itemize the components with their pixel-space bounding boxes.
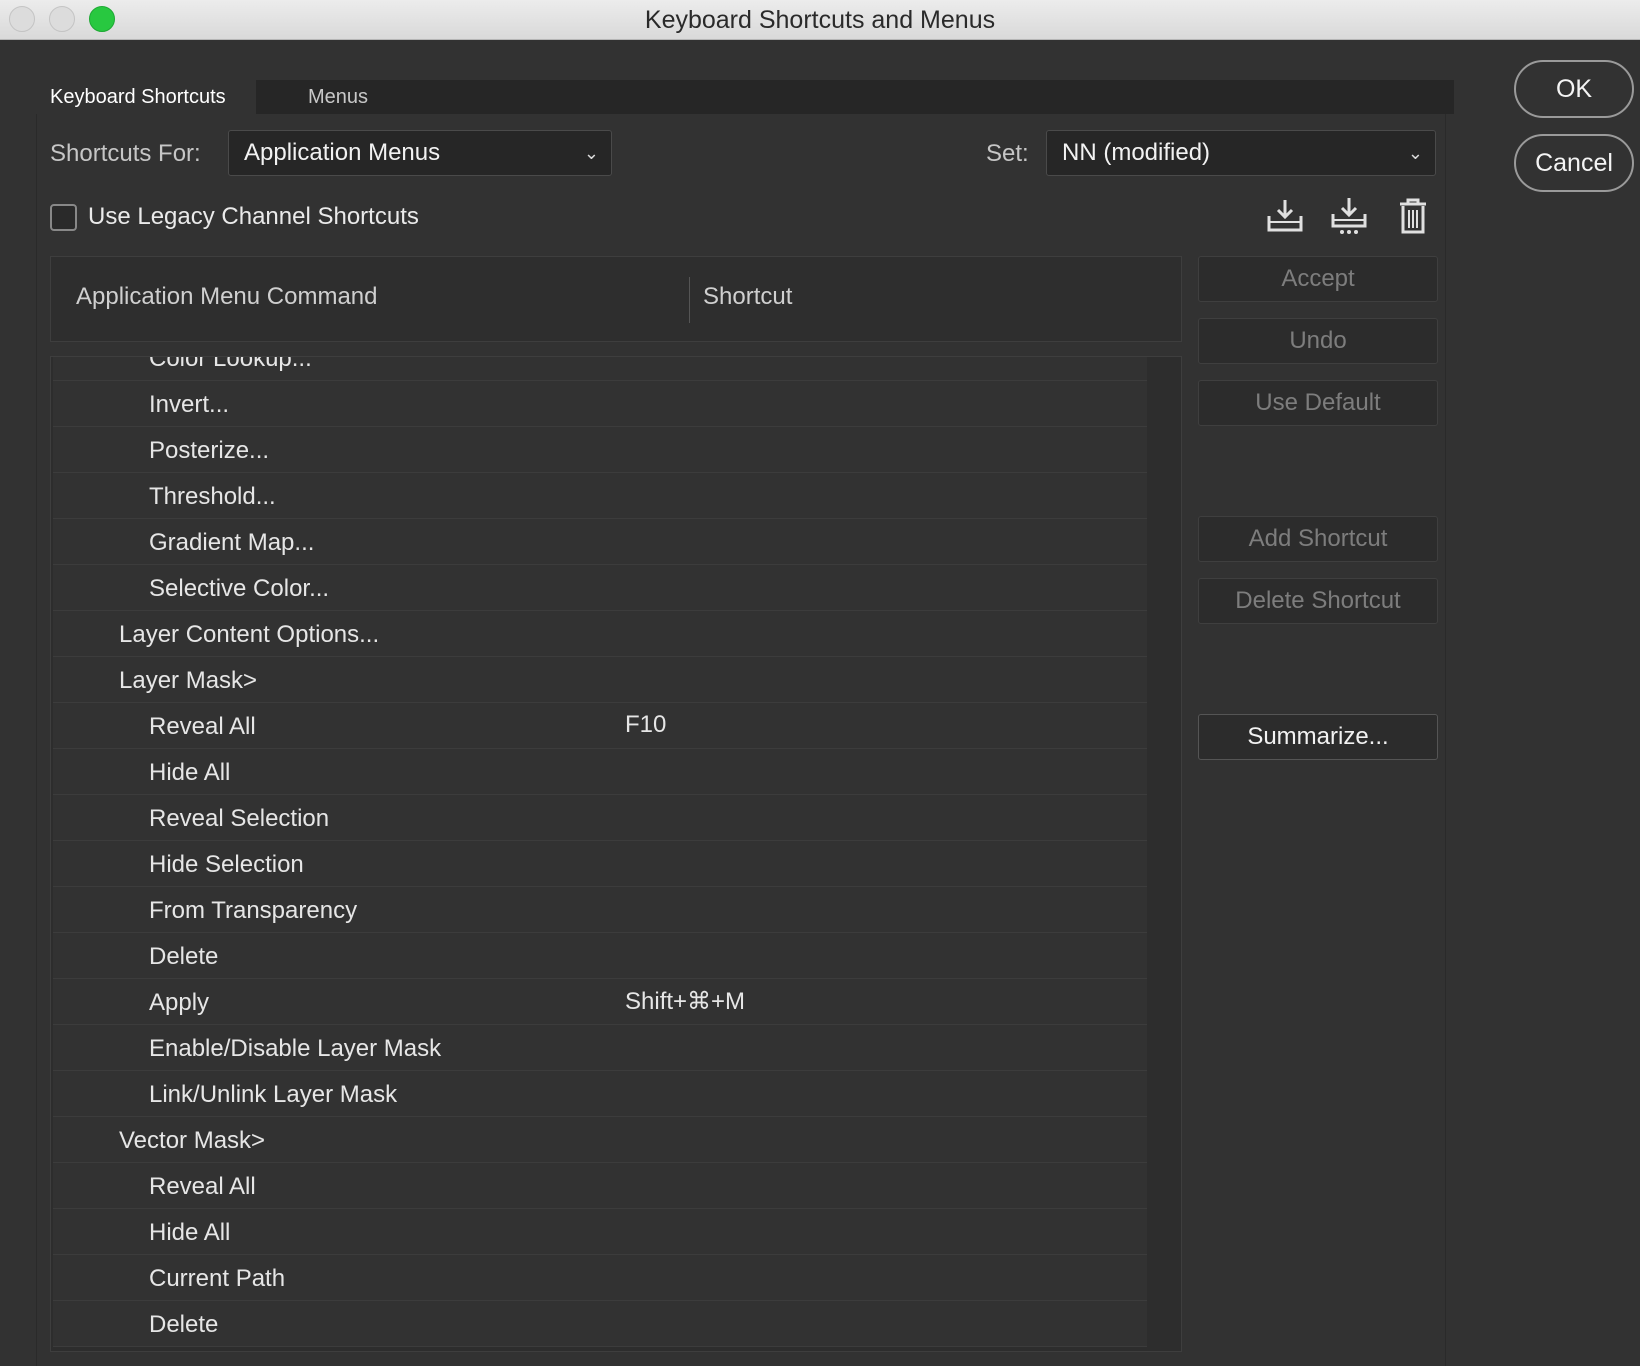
save-set-icon[interactable] [1265, 196, 1305, 236]
command-label: Vector Mask> [119, 1127, 266, 1154]
command-label: Hide All [149, 1219, 231, 1246]
delete-set-icon[interactable] [1393, 196, 1433, 236]
table-row[interactable]: Delete [53, 933, 1147, 979]
add-shortcut-button[interactable]: Add Shortcut [1198, 516, 1438, 562]
save-set-as-icon[interactable] [1329, 196, 1369, 236]
command-label: Apply [149, 989, 210, 1016]
set-label: Set: [986, 140, 1029, 167]
table-row[interactable]: Layer Mask> [53, 657, 1147, 703]
command-label: Selective Color... [149, 575, 330, 602]
shortcut-value[interactable]: F10 [625, 711, 666, 739]
undo-button[interactable]: Undo [1198, 318, 1438, 364]
command-label: Enable/Disable Layer Mask [149, 1035, 442, 1062]
table-row[interactable]: Color Lookup... [53, 356, 1147, 381]
tab-keyboard-shortcuts[interactable]: Keyboard Shortcuts [36, 80, 256, 114]
command-label: Gradient Map... [149, 529, 315, 556]
command-label: From Transparency [149, 897, 358, 924]
shortcut-list: Color Lookup... Invert... Posterize... Thre… [50, 356, 1182, 1352]
table-row[interactable]: Invert... [53, 381, 1147, 427]
shortcuts-for-label: Shortcuts For: [50, 140, 201, 167]
tab-menus[interactable]: Menus [294, 80, 382, 114]
command-label: Link/Unlink Layer Mask [149, 1081, 398, 1108]
chevron-down-icon: ⌄ [583, 143, 599, 163]
shortcut-rows: Color Lookup... Invert... Posterize... Thre… [53, 356, 1147, 1347]
command-label: Layer Mask> [119, 667, 258, 694]
column-header-shortcut[interactable]: Shortcut [703, 283, 792, 311]
command-label: Layer Content Options... [119, 621, 380, 648]
legacy-channel-checkbox[interactable] [50, 204, 77, 231]
table-row[interactable]: Delete [53, 1301, 1147, 1347]
table-row[interactable]: Hide Selection [53, 841, 1147, 887]
title-bar: Keyboard Shortcuts and Menus [0, 0, 1640, 40]
command-label: Reveal Selection [149, 805, 330, 832]
table-row[interactable]: Posterize... [53, 427, 1147, 473]
accept-button[interactable]: Accept [1198, 256, 1438, 302]
shortcuts-for-value: Application Menus [244, 139, 441, 166]
set-value: NN (modified) [1062, 139, 1211, 166]
table-row[interactable]: Gradient Map... [53, 519, 1147, 565]
table-row[interactable]: Reveal All F10 [53, 703, 1147, 749]
table-row[interactable]: Apply Shift+⌘+M [53, 979, 1147, 1025]
command-label: Posterize... [149, 437, 270, 464]
table-row[interactable]: Selective Color... [53, 565, 1147, 611]
table-row[interactable]: Current Path [53, 1255, 1147, 1301]
column-divider[interactable] [689, 277, 690, 323]
command-label: Current Path [149, 1265, 286, 1292]
ok-button[interactable]: OK [1514, 60, 1634, 118]
cancel-button[interactable]: Cancel [1514, 134, 1634, 192]
table-row[interactable]: From Transparency [53, 887, 1147, 933]
table-row[interactable]: Hide All [53, 1209, 1147, 1255]
command-label: Delete [149, 1311, 219, 1338]
table-row[interactable]: Hide All [53, 749, 1147, 795]
shortcut-value[interactable]: Shift+⌘+M [625, 987, 745, 1016]
table-header: Application Menu Command Shortcut [50, 256, 1182, 342]
command-label: Hide All [149, 759, 231, 786]
table-row[interactable]: Reveal All [53, 1163, 1147, 1209]
table-row[interactable]: Layer Content Options... [53, 611, 1147, 657]
command-label: Reveal All [149, 713, 256, 740]
use-default-button[interactable]: Use Default [1198, 380, 1438, 426]
command-label: Reveal All [149, 1173, 256, 1200]
set-select[interactable]: NN (modified) ⌄ [1046, 130, 1436, 176]
command-label: Color Lookup... [149, 356, 312, 372]
table-row[interactable]: Threshold... [53, 473, 1147, 519]
shortcuts-for-select[interactable]: Application Menus ⌄ [228, 130, 612, 176]
summarize-button[interactable]: Summarize... [1198, 714, 1438, 760]
command-label: Hide Selection [149, 851, 304, 878]
delete-shortcut-button[interactable]: Delete Shortcut [1198, 578, 1438, 624]
table-row[interactable]: Link/Unlink Layer Mask [53, 1071, 1147, 1117]
tab-bar: Keyboard Shortcuts Menus [36, 80, 1454, 114]
chevron-down-icon: ⌄ [1407, 143, 1423, 163]
command-label: Delete [149, 943, 219, 970]
command-label: Threshold... [149, 483, 276, 510]
table-row[interactable]: Reveal Selection [53, 795, 1147, 841]
window-title: Keyboard Shortcuts and Menus [644, 6, 996, 34]
column-header-command[interactable]: Application Menu Command [76, 283, 378, 311]
table-row[interactable]: Vector Mask> [53, 1117, 1147, 1163]
command-label: Invert... [149, 391, 230, 418]
table-row[interactable]: Enable/Disable Layer Mask [53, 1025, 1147, 1071]
legacy-channel-label: Use Legacy Channel Shortcuts [88, 203, 419, 230]
